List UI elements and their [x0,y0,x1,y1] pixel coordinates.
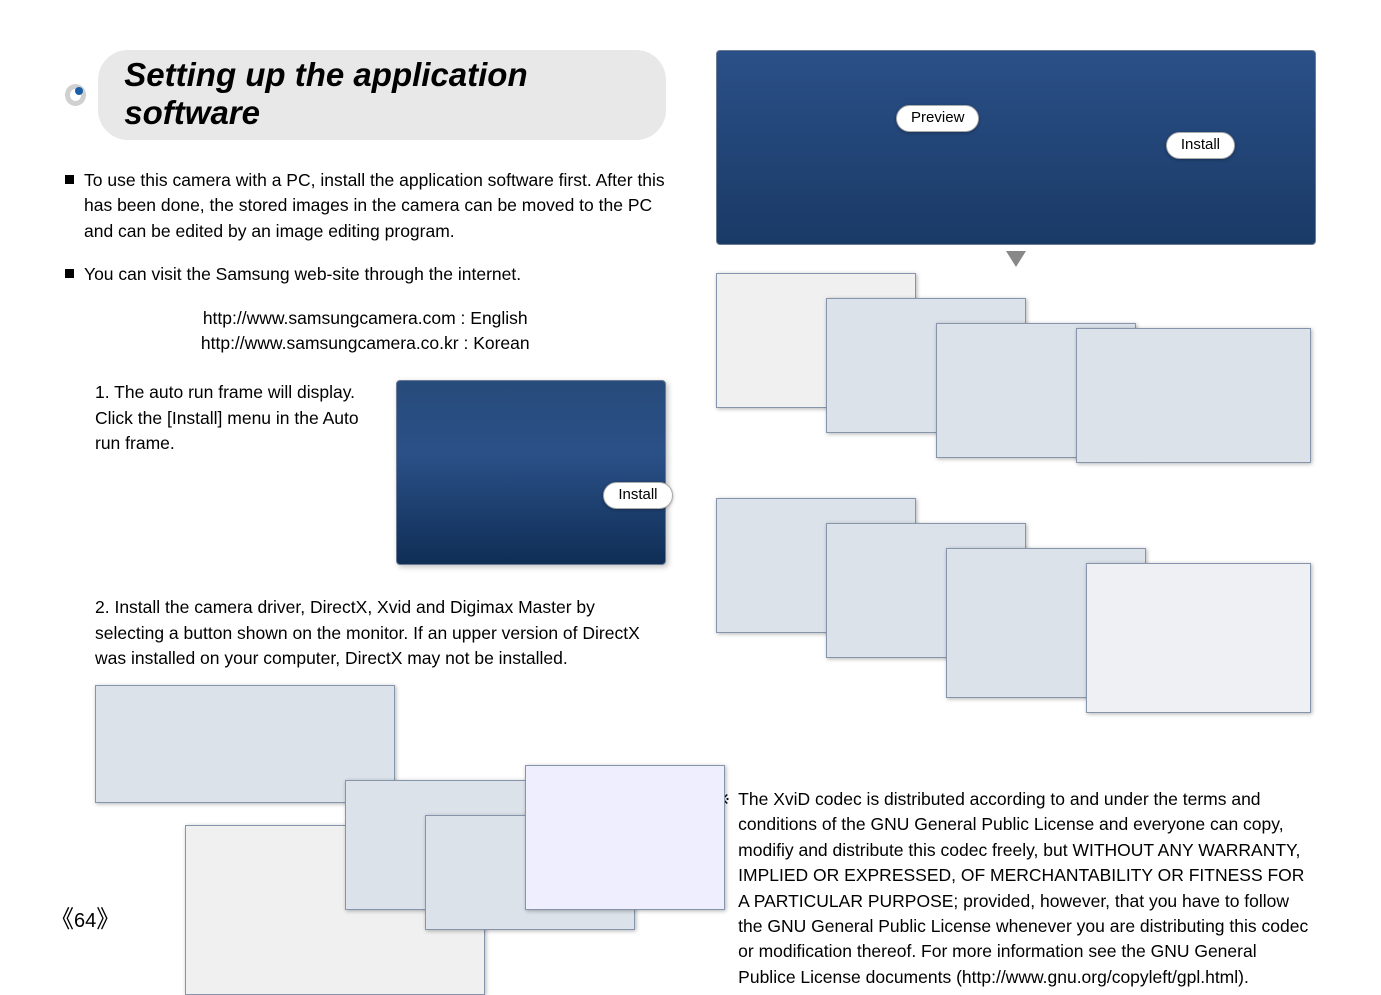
xvid-setup-cluster [716,273,1317,773]
paragraph-1-text: To use this camera with a PC, install th… [84,168,666,244]
xvid-wizard-complete [1086,563,1311,713]
title-bullet-icon [65,84,86,106]
footnote-block: ※ The XviD codec is distributed accordin… [716,787,1317,990]
links-block: http://www.samsungcamera.com : English h… [65,306,666,357]
page-number: 《64》 [50,899,120,934]
title-box: Setting up the application software [98,50,665,140]
right-column: Preview Install ※ The XviD codec is dist… [716,50,1317,995]
movie-codec-screenshot: Preview Install [716,50,1317,245]
link-english: http://www.samsungcamera.com : English [65,306,666,331]
square-bullet-icon [65,175,74,184]
install-callout-right: Install [1166,132,1235,159]
left-column: Setting up the application software To u… [65,50,666,995]
preview-callout: Preview [896,105,979,132]
paragraph-2-text: You can visit the Samsung web-site throu… [84,262,521,287]
page-title: Setting up the application software [124,56,527,131]
step-2-text: 2. Install the camera driver, DirectX, X… [65,595,666,671]
wizard-screenshot-5 [525,765,725,910]
install-callout: Install [603,482,672,509]
footnote-text: The XviD codec is distributed according … [738,787,1316,990]
paragraph-2: You can visit the Samsung web-site throu… [65,262,666,287]
directx-screenshot-cluster [95,685,666,995]
step-1-text: 1. The auto run frame will display. Clic… [65,380,378,456]
autorun-screenshot: Install [396,380,666,565]
bracket-open-icon: 《 [50,906,74,933]
square-bullet-icon [65,269,74,278]
step-1-row: 1. The auto run frame will display. Clic… [65,380,666,565]
page-title-row: Setting up the application software [65,50,666,140]
xvid-wizard-destination [1076,328,1311,463]
page-number-value: 64 [74,910,96,932]
arrow-down-icon [1006,251,1026,267]
link-korean: http://www.samsungcamera.co.kr : Korean [65,331,666,356]
bracket-close-icon: 》 [96,906,120,933]
paragraph-1: To use this camera with a PC, install th… [65,168,666,244]
